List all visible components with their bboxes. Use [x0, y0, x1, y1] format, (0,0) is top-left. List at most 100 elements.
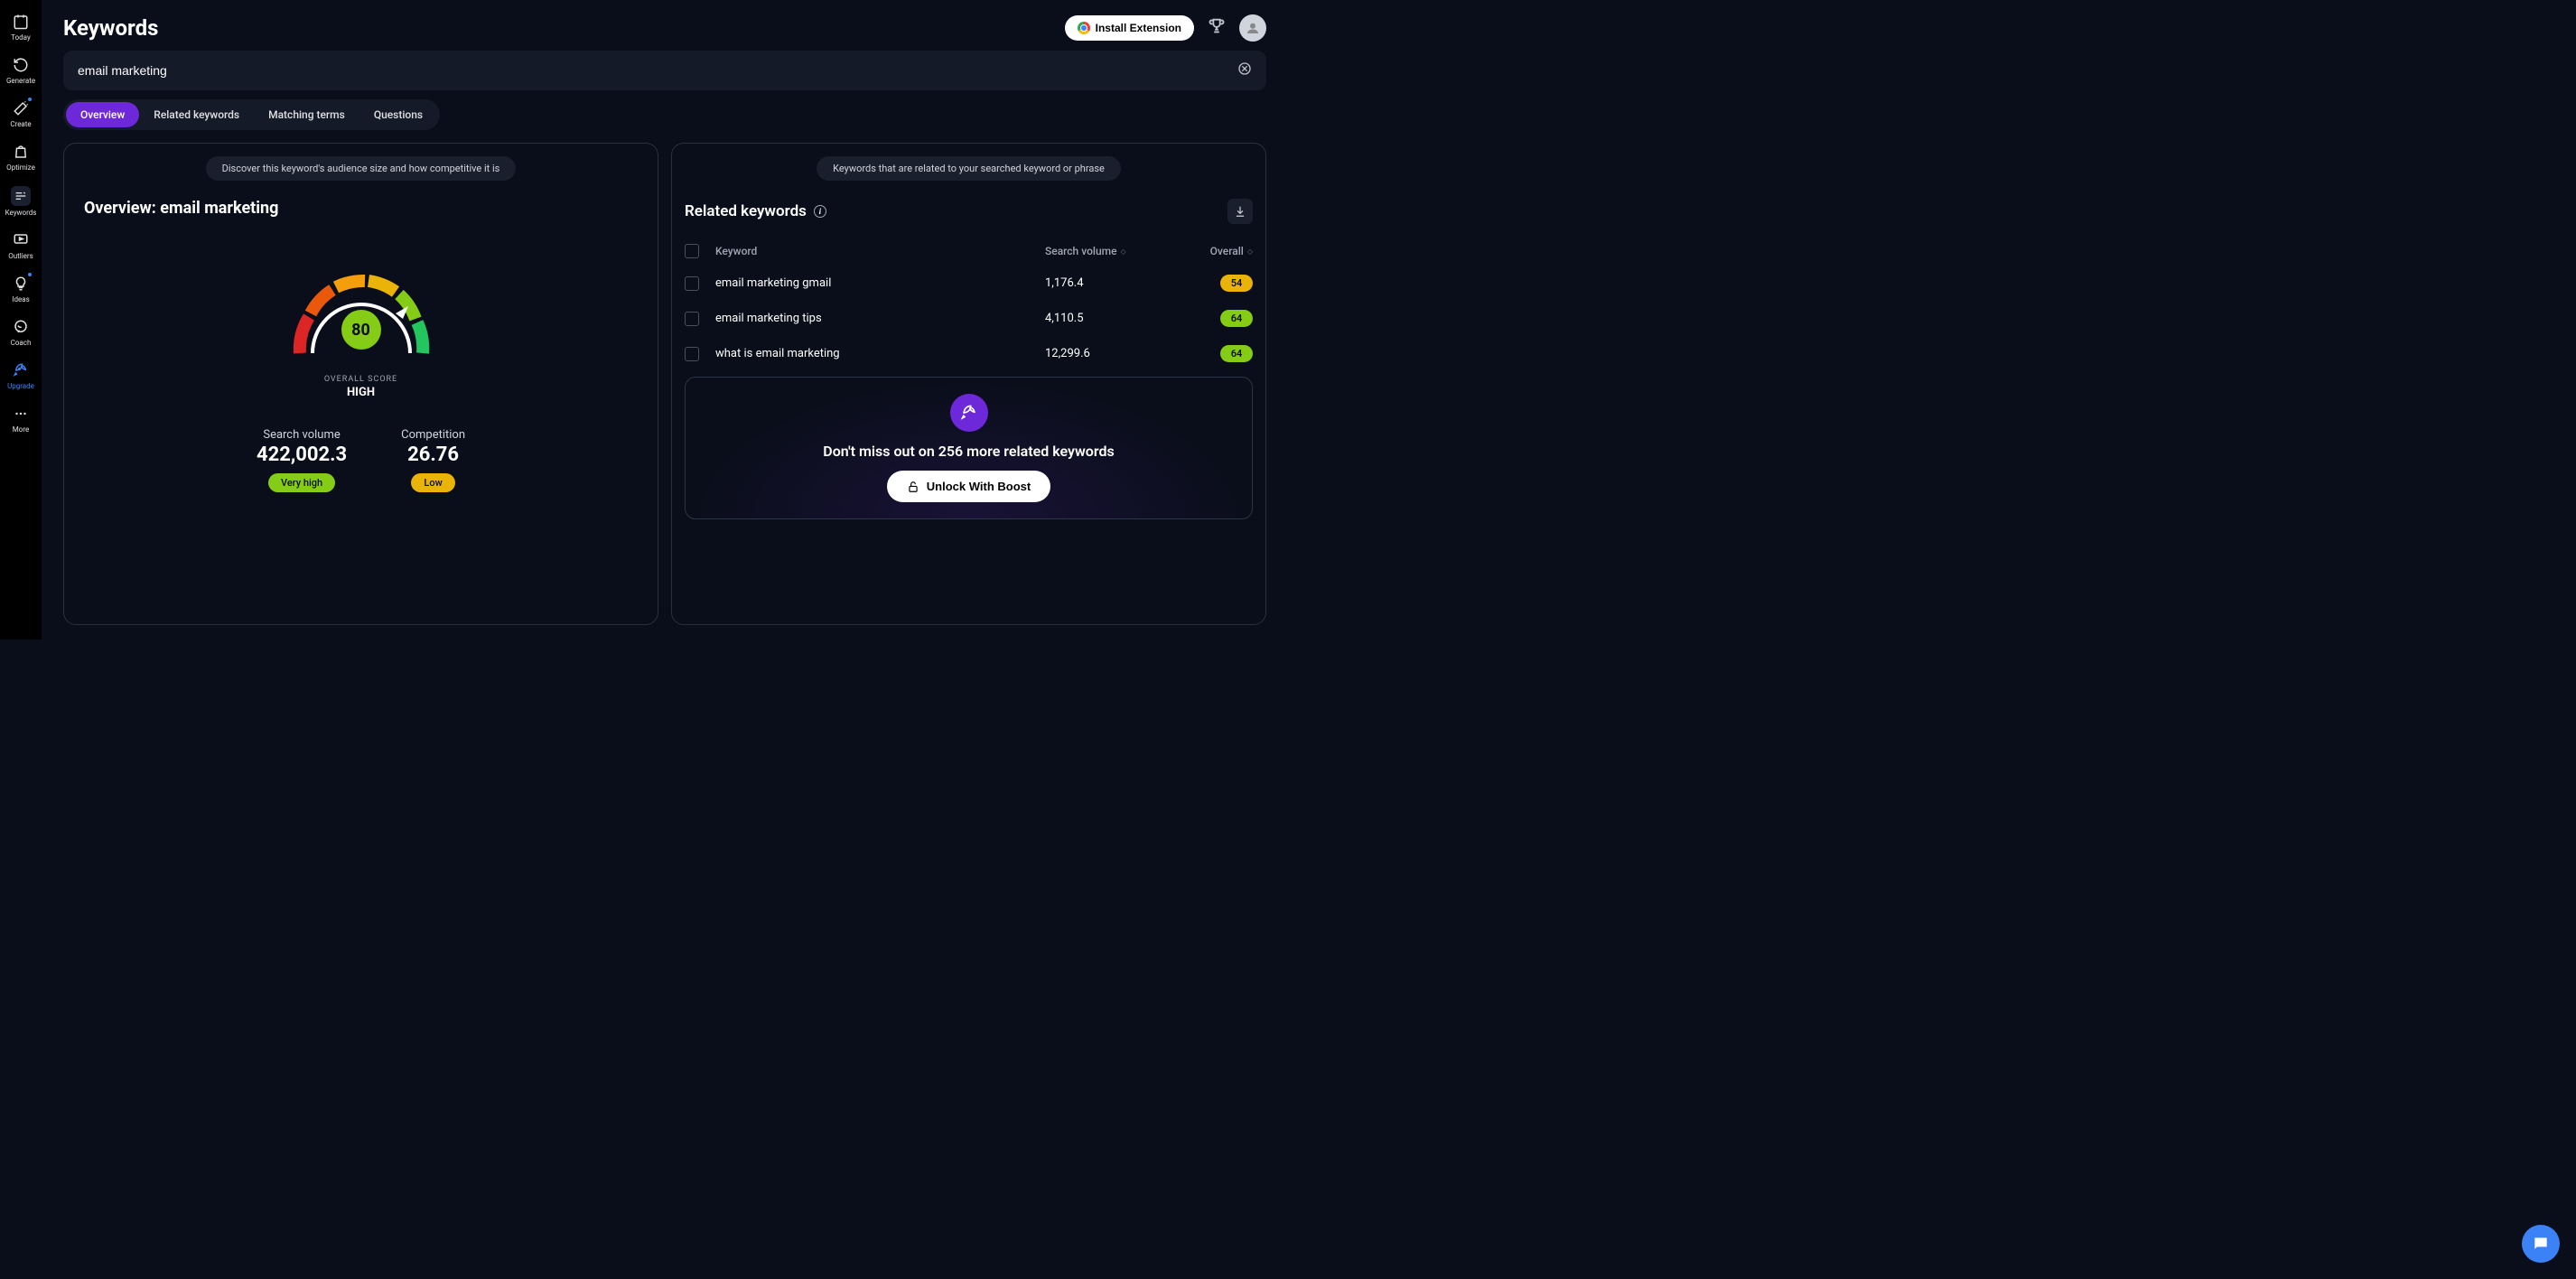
overview-title-prefix: Overview:: [84, 199, 160, 218]
score-badge: 54: [1220, 275, 1253, 292]
related-panel: Keywords that are related to your search…: [671, 143, 1266, 625]
row-volume: 1,176.4: [1045, 276, 1171, 290]
gauge-svg: [280, 245, 443, 371]
unlock-button[interactable]: Unlock With Boost: [887, 471, 1050, 502]
sort-icon: ◇: [1121, 247, 1126, 256]
sidebar-label: Generate: [6, 77, 35, 85]
row-volume: 12,299.6: [1045, 347, 1171, 360]
main: Keywords Install Extension Overview Rela…: [42, 0, 1288, 640]
page-title: Keywords: [63, 15, 158, 41]
overview-pill: Discover this keyword's audience size an…: [206, 156, 517, 181]
sidebar-item-upgrade[interactable]: Upgrade: [3, 356, 39, 396]
sidebar-label: Upgrade: [7, 382, 34, 390]
sidebar-item-generate[interactable]: Generate: [3, 51, 39, 90]
related-title-row: Related keywords i: [685, 199, 1253, 224]
sidebar-label: Keywords: [5, 209, 37, 217]
sidebar-item-create[interactable]: Create: [3, 94, 39, 134]
chat-icon: [12, 318, 30, 336]
metric-value: 422,002.3: [257, 443, 347, 466]
dot-badge: [28, 98, 32, 101]
keywords-icon: [11, 186, 31, 206]
chat-bubble-button[interactable]: [2522, 1225, 2560, 1263]
score-badge: 64: [1220, 310, 1253, 327]
avatar[interactable]: [1239, 14, 1266, 42]
gauge: 80 OVERALL SCORE HIGH: [280, 245, 443, 399]
sidebar-item-today[interactable]: Today: [3, 7, 39, 47]
metric-competition: Competition 26.76 Low: [401, 428, 465, 492]
clear-icon[interactable]: [1237, 61, 1252, 79]
rocket-circle-icon: [950, 394, 988, 432]
lightbulb-icon: [12, 275, 30, 293]
unlock-text: Don't miss out on 256 more related keywo…: [823, 443, 1114, 460]
sidebar-item-more[interactable]: More: [3, 399, 39, 439]
metric-label: Search volume: [263, 428, 340, 442]
tab-overview[interactable]: Overview: [66, 102, 139, 127]
sidebar-label: Create: [10, 120, 31, 128]
related-title-text: Related keywords: [685, 202, 807, 220]
sidebar: Today Generate Create Optimize Keywords …: [0, 0, 42, 640]
sidebar-label: More: [13, 425, 29, 434]
tab-questions[interactable]: Questions: [359, 102, 437, 127]
unlock-panel: Don't miss out on 256 more related keywo…: [685, 377, 1253, 519]
chrome-icon: [1078, 22, 1090, 34]
row-keyword[interactable]: email marketing gmail: [715, 276, 1045, 290]
related-pill: Keywords that are related to your search…: [817, 156, 1121, 181]
row-checkbox[interactable]: [685, 347, 699, 361]
dots-icon: [12, 405, 30, 423]
related-title: Related keywords i: [685, 202, 826, 220]
refresh-icon: [12, 56, 30, 74]
tabs: Overview Related keywords Matching terms…: [63, 99, 440, 130]
sidebar-label: Coach: [11, 339, 32, 347]
trophy-icon[interactable]: [1207, 16, 1227, 40]
monitor-icon: [12, 231, 30, 249]
metrics: Search volume 422,002.3 Very high Compet…: [257, 428, 465, 492]
select-all-checkbox[interactable]: [685, 244, 699, 258]
sidebar-label: Today: [11, 33, 31, 42]
sidebar-item-outliers[interactable]: Outliers: [3, 226, 39, 266]
sort-icon: ◇: [1247, 247, 1253, 256]
sidebar-item-ideas[interactable]: Ideas: [3, 269, 39, 309]
sidebar-item-optimize[interactable]: Optimize: [3, 137, 39, 177]
header-actions: Install Extension: [1065, 14, 1266, 42]
install-extension-button[interactable]: Install Extension: [1065, 15, 1194, 41]
sidebar-label: Outliers: [8, 252, 33, 260]
metric-value: 26.76: [407, 443, 459, 466]
wand-icon: [12, 99, 30, 117]
gauge-label: OVERALL SCORE: [324, 375, 397, 384]
col-volume[interactable]: Search volume◇: [1045, 245, 1171, 257]
table-row: email marketing gmail 1,176.4 54: [685, 266, 1253, 301]
row-volume: 4,110.5: [1045, 312, 1171, 325]
table-header: Keyword Search volume◇ Overall◇: [685, 237, 1253, 266]
lock-icon: [907, 481, 919, 493]
gauge-score: 80: [341, 310, 381, 350]
row-checkbox[interactable]: [685, 276, 699, 291]
sidebar-label: Optimize: [6, 163, 35, 172]
sidebar-label: Ideas: [12, 295, 29, 303]
table-row: what is email marketing 12,299.6 64: [685, 336, 1253, 371]
row-keyword[interactable]: what is email marketing: [715, 347, 1045, 360]
col-keyword[interactable]: Keyword: [715, 245, 1045, 257]
tab-matching[interactable]: Matching terms: [254, 102, 359, 127]
info-icon[interactable]: i: [814, 205, 826, 218]
tab-related[interactable]: Related keywords: [139, 102, 254, 127]
rocket-icon: [12, 361, 30, 379]
unlock-btn-label: Unlock With Boost: [927, 480, 1031, 493]
dot-badge: [28, 273, 32, 276]
table-row: email marketing tips 4,110.5 64: [685, 301, 1253, 336]
overview-title: Overview: email marketing: [84, 199, 278, 218]
overview-panel: Discover this keyword's audience size an…: [63, 143, 658, 625]
col-overall[interactable]: Overall◇: [1171, 245, 1253, 257]
header: Keywords Install Extension: [63, 14, 1266, 42]
calendar-icon: [12, 13, 30, 31]
bag-icon: [12, 143, 30, 161]
metric-label: Competition: [401, 428, 465, 442]
metric-badge: Very high: [268, 473, 335, 492]
row-checkbox[interactable]: [685, 312, 699, 326]
sidebar-item-coach[interactable]: Coach: [3, 313, 39, 352]
gauge-rating: HIGH: [347, 386, 375, 399]
download-button[interactable]: [1227, 199, 1253, 224]
sidebar-item-keywords[interactable]: Keywords: [3, 181, 39, 222]
panels: Discover this keyword's audience size an…: [63, 143, 1266, 625]
row-keyword[interactable]: email marketing tips: [715, 312, 1045, 325]
search-input[interactable]: [78, 63, 1237, 78]
